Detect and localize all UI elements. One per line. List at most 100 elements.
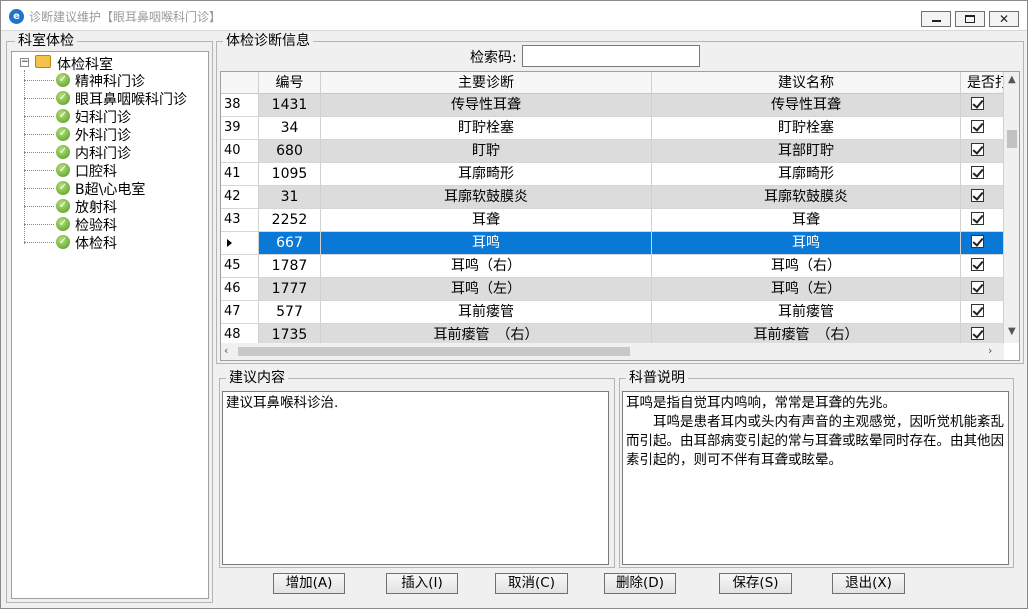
table-row[interactable]: 41 1095 耳廓畸形 耳廓畸形: [221, 163, 1004, 186]
print-checkbox[interactable]: [971, 97, 984, 110]
cell-diagnosis[interactable]: 耳廓软鼓膜炎: [321, 186, 652, 208]
table-row-selected[interactable]: 667 耳鸣 耳鸣: [221, 232, 1004, 255]
cell-diagnosis[interactable]: 耳鸣: [321, 232, 652, 254]
grid-horizontal-scrollbar[interactable]: ‹ ›: [221, 343, 1004, 360]
scroll-down-icon[interactable]: ▼: [1008, 326, 1016, 337]
table-row[interactable]: 43 2252 耳聋 耳聋: [221, 209, 1004, 232]
row-number: 46: [221, 278, 259, 300]
search-label: 检索码:: [470, 50, 517, 66]
cell-advice[interactable]: 盯聍栓塞: [652, 117, 961, 139]
cell-advice[interactable]: 耳部盯聍: [652, 140, 961, 162]
scroll-up-icon[interactable]: ▲: [1008, 74, 1016, 85]
grid-body: 38 1431 传导性耳聋 传导性耳聋 39 34 盯聍栓塞 盯聍栓塞 40 6…: [221, 94, 1004, 347]
print-checkbox[interactable]: [971, 143, 984, 156]
vertical-scroll-thumb[interactable]: [1007, 130, 1017, 148]
row-number: [221, 232, 259, 254]
tree-item-radiology[interactable]: ✓ 放射科: [24, 197, 204, 216]
tree-item-psychiatry[interactable]: ✓ 精神科门诊: [24, 71, 204, 90]
grid-vertical-scrollbar[interactable]: ▲ ▼: [1004, 72, 1019, 343]
table-row[interactable]: 42 31 耳廓软鼓膜炎 耳廓软鼓膜炎: [221, 186, 1004, 209]
cell-advice[interactable]: 耳聋: [652, 209, 961, 231]
table-row[interactable]: 38 1431 传导性耳聋 传导性耳聋: [221, 94, 1004, 117]
cell-id[interactable]: 1777: [259, 278, 321, 300]
cell-id[interactable]: 31: [259, 186, 321, 208]
scroll-left-icon[interactable]: ‹: [224, 344, 228, 357]
cell-advice[interactable]: 耳鸣: [652, 232, 961, 254]
cell-diagnosis[interactable]: 耳前瘘管: [321, 301, 652, 323]
insert-button[interactable]: 插入(I): [386, 573, 458, 594]
tree-item-dental[interactable]: ✓ 口腔科: [24, 161, 204, 180]
table-row[interactable]: 46 1777 耳鸣（左） 耳鸣（左）: [221, 278, 1004, 301]
print-checkbox[interactable]: [971, 235, 984, 248]
scroll-right-icon[interactable]: ›: [988, 344, 992, 357]
current-row-indicator-icon: [227, 239, 232, 247]
tree-item-ultrasound[interactable]: ✓ B超\心电室: [24, 179, 204, 198]
cell-advice[interactable]: 耳廓软鼓膜炎: [652, 186, 961, 208]
minimize-button[interactable]: [921, 11, 951, 27]
tree-item-ent[interactable]: ✓ 眼耳鼻咽喉科门诊: [24, 89, 204, 108]
header-print[interactable]: 是否打: [961, 72, 1004, 94]
cell-id[interactable]: 1787: [259, 255, 321, 277]
close-button[interactable]: ✕: [989, 11, 1019, 27]
save-button[interactable]: 保存(S): [719, 573, 792, 594]
cell-id[interactable]: 34: [259, 117, 321, 139]
add-button[interactable]: 增加(A): [273, 573, 345, 594]
cell-diagnosis[interactable]: 耳聋: [321, 209, 652, 231]
cell-advice[interactable]: 传导性耳聋: [652, 94, 961, 116]
cell-diagnosis[interactable]: 传导性耳聋: [321, 94, 652, 116]
table-row[interactable]: 40 680 盯聍 耳部盯聍: [221, 140, 1004, 163]
advice-group-legend: 建议内容: [226, 369, 288, 387]
table-row[interactable]: 45 1787 耳鸣（右） 耳鸣（右）: [221, 255, 1004, 278]
cell-id[interactable]: 680: [259, 140, 321, 162]
cell-diagnosis[interactable]: 耳鸣（右）: [321, 255, 652, 277]
header-id[interactable]: 编号: [259, 72, 321, 94]
cell-id[interactable]: 1095: [259, 163, 321, 185]
print-checkbox[interactable]: [971, 258, 984, 271]
tree-item-physical-exam[interactable]: ✓ 体检科: [24, 233, 204, 252]
print-checkbox[interactable]: [971, 189, 984, 202]
cell-advice[interactable]: 耳廓畸形: [652, 163, 961, 185]
collapse-icon[interactable]: −: [20, 58, 29, 67]
table-row[interactable]: 47 577 耳前瘘管 耳前瘘管: [221, 301, 1004, 324]
diagnosis-grid[interactable]: 编号 主要诊断 建议名称 是否打 38 1431 传导性耳聋 传导性耳聋 39 …: [220, 71, 1020, 361]
print-checkbox[interactable]: [971, 120, 984, 133]
print-checkbox[interactable]: [971, 327, 984, 340]
print-checkbox[interactable]: [971, 304, 984, 317]
table-row[interactable]: 39 34 盯聍栓塞 盯聍栓塞: [221, 117, 1004, 140]
science-textarea[interactable]: 耳鸣是指自觉耳内鸣响，常常是耳聋的先兆。 耳鸣是患者耳内或头内有声音的主观感觉，…: [622, 391, 1009, 565]
print-checkbox[interactable]: [971, 212, 984, 225]
delete-button[interactable]: 删除(D): [604, 573, 676, 594]
advice-textarea[interactable]: 建议耳鼻喉科诊治.: [222, 391, 609, 565]
header-advice[interactable]: 建议名称: [652, 72, 961, 94]
horizontal-scroll-thumb[interactable]: [238, 347, 630, 356]
cancel-button[interactable]: 取消(C): [495, 573, 568, 594]
row-number: 38: [221, 94, 259, 116]
cell-id[interactable]: 667: [259, 232, 321, 254]
title-bar[interactable]: e 诊断建议维护【眼耳鼻咽喉科门诊】 ✕: [1, 1, 1027, 31]
check-circle-icon: ✓: [56, 91, 70, 105]
cell-print: [961, 117, 1004, 139]
cell-advice[interactable]: 耳鸣（左）: [652, 278, 961, 300]
header-diagnosis[interactable]: 主要诊断: [321, 72, 652, 94]
cell-id[interactable]: 1431: [259, 94, 321, 116]
department-tree[interactable]: − 体检科室 ✓ 精神科门诊 ✓ 眼耳鼻咽喉科门诊 ✓ 妇科门诊 ✓ 外科门诊 …: [11, 51, 209, 599]
tree-item-surgery[interactable]: ✓ 外科门诊: [24, 125, 204, 144]
cell-diagnosis[interactable]: 耳鸣（左）: [321, 278, 652, 300]
cell-advice[interactable]: 耳鸣（右）: [652, 255, 961, 277]
search-input[interactable]: [522, 45, 700, 67]
cell-id[interactable]: 577: [259, 301, 321, 323]
print-checkbox[interactable]: [971, 166, 984, 179]
cell-diagnosis[interactable]: 耳廓畸形: [321, 163, 652, 185]
tree-item-gynecology[interactable]: ✓ 妇科门诊: [24, 107, 204, 126]
maximize-button[interactable]: [955, 11, 985, 27]
science-group-legend: 科普说明: [626, 369, 688, 387]
cell-diagnosis[interactable]: 盯聍: [321, 140, 652, 162]
tree-item-internal[interactable]: ✓ 内科门诊: [24, 143, 204, 162]
tree-item-laboratory[interactable]: ✓ 检验科: [24, 215, 204, 234]
cell-diagnosis[interactable]: 盯聍栓塞: [321, 117, 652, 139]
exit-button[interactable]: 退出(X): [832, 573, 905, 594]
cell-id[interactable]: 2252: [259, 209, 321, 231]
print-checkbox[interactable]: [971, 281, 984, 294]
cell-advice[interactable]: 耳前瘘管: [652, 301, 961, 323]
check-circle-icon: ✓: [56, 181, 70, 195]
